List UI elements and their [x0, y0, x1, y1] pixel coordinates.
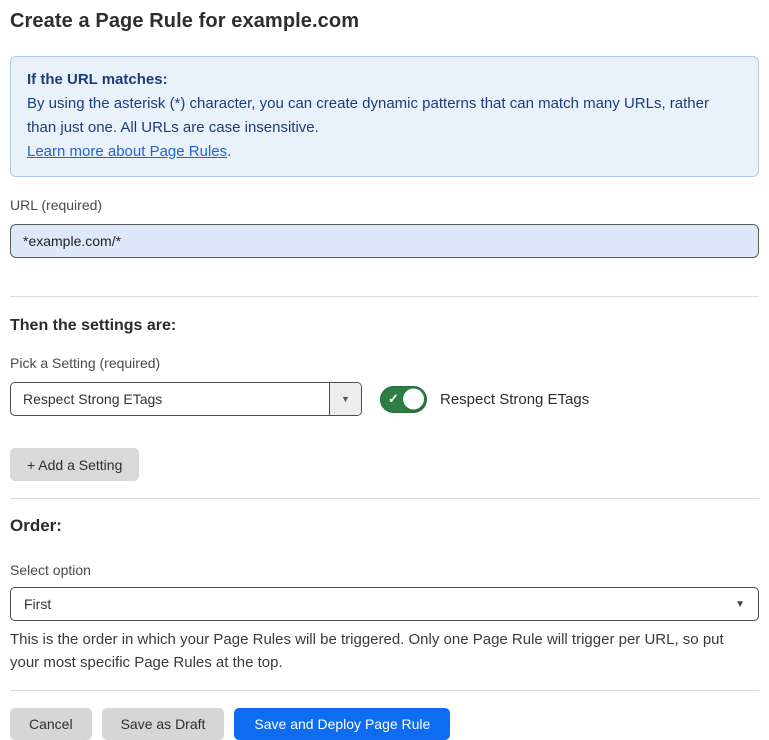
setting-toggle-label: Respect Strong ETags — [440, 391, 589, 408]
divider — [10, 498, 759, 499]
save-draft-button[interactable]: Save as Draft — [102, 708, 225, 740]
order-select-label: Select option — [10, 562, 759, 578]
action-buttons: Cancel Save as Draft Save and Deploy Pag… — [10, 708, 759, 740]
cancel-button[interactable]: Cancel — [10, 708, 92, 740]
info-box-link-line: Learn more about Page Rules. — [27, 140, 742, 164]
toggle-knob — [403, 389, 424, 410]
save-deploy-button[interactable]: Save and Deploy Page Rule — [234, 708, 450, 740]
add-setting-button[interactable]: + Add a Setting — [10, 448, 139, 481]
chevron-down-icon[interactable]: ▼ — [329, 383, 361, 415]
divider — [10, 296, 759, 297]
info-box-body: By using the asterisk (*) character, you… — [27, 92, 742, 140]
settings-section-heading: Then the settings are: — [10, 317, 759, 335]
link-period: . — [227, 143, 231, 160]
order-section-heading: Order: — [10, 516, 759, 536]
check-icon: ✓ — [388, 392, 399, 405]
page-rule-form: Create a Page Rule for example.com If th… — [0, 0, 769, 740]
info-box-heading: If the URL matches: — [27, 68, 742, 92]
url-match-info-box: If the URL matches: By using the asteris… — [10, 56, 759, 177]
url-input[interactable] — [10, 224, 759, 258]
order-select-value: First — [24, 596, 51, 612]
order-help-text: This is the order in which your Page Rul… — [10, 628, 755, 674]
setting-toggle-wrap: ✓ Respect Strong ETags — [380, 386, 589, 413]
order-select[interactable]: First ▼ — [10, 587, 759, 621]
chevron-down-icon: ▼ — [735, 599, 745, 610]
setting-dropdown[interactable]: Respect Strong ETags ▼ — [10, 382, 362, 416]
divider — [10, 690, 759, 691]
setting-toggle[interactable]: ✓ — [380, 386, 427, 413]
setting-dropdown-value: Respect Strong ETags — [11, 383, 329, 415]
pick-setting-label: Pick a Setting (required) — [10, 355, 759, 371]
url-field-label: URL (required) — [10, 197, 759, 213]
setting-row: Respect Strong ETags ▼ ✓ Respect Strong … — [10, 382, 759, 416]
learn-more-link[interactable]: Learn more about Page Rules — [27, 143, 227, 160]
page-title: Create a Page Rule for example.com — [10, 10, 759, 33]
